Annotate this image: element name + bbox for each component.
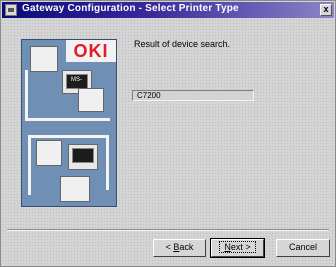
network-line [106,135,109,190]
network-line [25,70,28,120]
printer-illustration: OKI MS- [21,39,117,207]
printer-icon [60,176,90,202]
cancel-button[interactable]: Cancel [276,239,330,257]
footer-divider [7,229,329,231]
next-focus: Next > [219,241,256,253]
result-label: Result of device search. [134,39,231,49]
printer-icon [30,46,58,72]
printer-type-field[interactable]: C7200 [132,90,254,101]
printer-icon [78,88,104,112]
network-line [28,135,108,138]
window-title: Gateway Configuration - Select Printer T… [22,3,239,14]
app-icon [5,4,17,16]
dialog-window: Gateway Configuration - Select Printer T… [0,0,336,267]
oki-logo: OKI [66,40,116,62]
network-line [25,118,110,121]
computer-screen [72,148,94,163]
title-bar[interactable]: Gateway Configuration - Select Printer T… [2,2,334,18]
back-button[interactable]: < Back [153,239,206,257]
back-rest: ack [179,242,194,252]
next-rest: ext > [230,242,251,252]
computer-icon [68,144,98,170]
close-button[interactable]: x [320,4,332,16]
next-button[interactable]: Next > [210,238,265,258]
monitor-screen: MS- [66,74,88,89]
monitor-label: MS- [71,77,82,83]
network-line [28,135,31,195]
printer-icon [36,140,62,166]
